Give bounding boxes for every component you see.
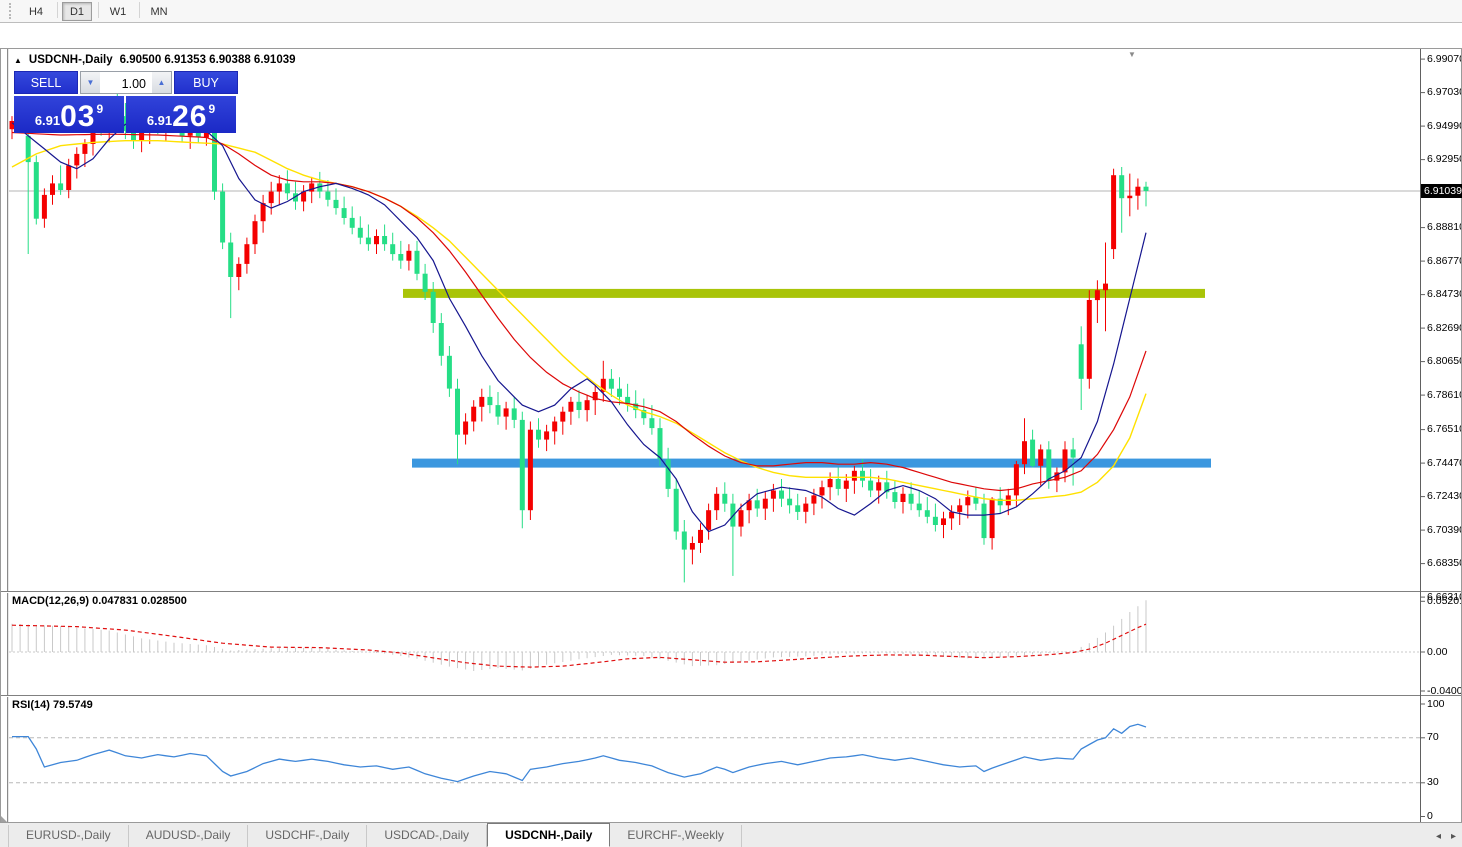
chart-tab-bar: EURUSD-,Daily AUDUSD-,Daily USDCHF-,Daily U… — [0, 822, 1462, 847]
timeframe-button-d1[interactable]: D1 — [62, 1, 92, 21]
macd-label: MACD(12,26,9) 0.047831 0.028500 — [12, 595, 187, 607]
price-axis-label: 6.97030 — [1427, 86, 1461, 99]
symbol-label: USDCNH-,Daily — [28, 54, 113, 66]
timeframe-buttons: H4 D1 W1 MN — [21, 1, 176, 21]
price-axis-label: 6.70390 — [1427, 523, 1461, 536]
resistance-line[interactable] — [403, 288, 1205, 298]
buy-button[interactable]: BUY — [174, 71, 238, 94]
mt4-window: H4 D1 W1 MN ▲ USDCNH-,Daily 6.90500 6.91353… — [0, 0, 1462, 847]
chart-tabs: EURUSD-,Daily AUDUSD-,Daily USDCHF-,Daily U… — [0, 823, 742, 847]
chart-tab-usdcnh[interactable]: USDCNH-,Daily — [487, 823, 611, 847]
ma-slow-yellow-line — [11, 140, 1147, 501]
price-axis-label: 6.92950 — [1427, 153, 1461, 166]
chart-tab-eurusd[interactable]: EURUSD-,Daily — [8, 825, 129, 847]
ohlc-values: 6.90500 6.91353 6.90388 6.91039 — [119, 54, 296, 66]
buy-price-small: 6.91 — [146, 113, 173, 128]
macd-axis-label: 0.00 — [1427, 645, 1448, 658]
chart-tab-usdcad[interactable]: USDCAD-,Daily — [367, 825, 488, 847]
rsi-axis-label: 0 — [1427, 810, 1433, 822]
toolbar-grip[interactable] — [9, 3, 14, 19]
price-axis-label: 6.76510 — [1427, 423, 1461, 436]
rsi-axis-label: 100 — [1427, 697, 1445, 710]
window-frame — [0, 48, 1462, 845]
sell-price-box[interactable]: 6.91 03 9 — [14, 96, 124, 133]
price-axis-label: 6.80650 — [1427, 355, 1461, 368]
ma-mid-red-line — [11, 131, 1147, 492]
sell-price-small: 6.91 — [34, 113, 61, 128]
timeframe-button-h4[interactable]: H4 — [21, 2, 51, 21]
chart-tab-eurchf[interactable]: EURCHF-,Weekly — [610, 825, 742, 847]
toolbar-separator — [98, 1, 99, 18]
toolbar-separator — [139, 1, 140, 18]
candles-layer — [9, 84, 1149, 583]
volume-increase-icon[interactable]: ▲ — [152, 72, 171, 93]
chart-title: ▲ USDCNH-,Daily 6.90500 6.91353 6.90388 … — [14, 54, 296, 66]
chart-tab-audusd[interactable]: AUDUSD-,Daily — [129, 825, 249, 847]
chart-shift-marker-icon[interactable]: ▼ — [1128, 50, 1136, 59]
price-axis-label: 6.88810 — [1427, 221, 1461, 234]
current-price-tag: 6.91039 — [1421, 184, 1462, 198]
rsi-pane[interactable] — [9, 723, 1420, 784]
volume-stepper: ▼ ▲ — [80, 71, 172, 94]
volume-input[interactable] — [100, 72, 152, 93]
sell-price-pip: 9 — [96, 102, 104, 116]
rsi-label: RSI(14) 79.5749 — [12, 699, 93, 711]
timeframe-toolbar: H4 D1 W1 MN — [0, 0, 1462, 23]
volume-decrease-icon[interactable]: ▼ — [81, 72, 100, 93]
price-axis-label: 6.99070 — [1427, 52, 1461, 65]
buy-price-box[interactable]: 6.91 26 9 — [126, 96, 236, 133]
price-axis-label: 6.78610 — [1427, 388, 1461, 401]
price-axis-label: 6.82690 — [1427, 321, 1461, 334]
collapse-panel-icon[interactable]: ▲ — [14, 56, 22, 65]
price-axis-label: 6.84730 — [1427, 288, 1461, 301]
toolbar-separator — [57, 1, 58, 18]
price-axis-label: 6.72430 — [1427, 490, 1461, 503]
ma-fast-blue-line — [11, 122, 1147, 533]
rsi-axis-label: 30 — [1427, 776, 1439, 789]
tab-scroll-right-icon[interactable]: ▸ — [1451, 831, 1456, 842]
tab-scroll-arrows: ◂ ▸ — [1436, 831, 1456, 842]
price-axis-label: 6.94990 — [1427, 119, 1461, 132]
tab-scroll-left-icon[interactable]: ◂ — [1436, 831, 1441, 842]
sell-price-big: 03 — [60, 100, 96, 133]
timeframe-button-mn[interactable]: MN — [144, 2, 174, 21]
macd-pane[interactable] — [9, 600, 1420, 671]
price-axis-label: 6.86770 — [1427, 254, 1461, 267]
price-axis-label: 6.68350 — [1427, 557, 1461, 570]
price-chart-canvas[interactable] — [0, 24, 1462, 847]
buy-price-pip: 9 — [208, 102, 216, 116]
macd-axis-label: -0.040019 — [1427, 684, 1461, 697]
timeframe-button-w1[interactable]: W1 — [103, 2, 133, 21]
buy-price-big: 26 — [172, 100, 208, 133]
sell-button[interactable]: SELL — [14, 71, 78, 94]
axis-ticks — [11, 58, 1425, 830]
chart-tab-usdchf[interactable]: USDCHF-,Daily — [248, 825, 368, 847]
price-axis-label: 6.74470 — [1427, 456, 1461, 469]
macd-axis-label: 0.052015 — [1427, 594, 1461, 607]
chart-window: ▲ USDCNH-,Daily 6.90500 6.91353 6.90388 … — [0, 24, 1462, 845]
one-click-trading-panel: SELL ▼ ▲ BUY 6.91039 6.91269 — [14, 71, 238, 133]
rsi-axis-label: 70 — [1427, 731, 1439, 744]
